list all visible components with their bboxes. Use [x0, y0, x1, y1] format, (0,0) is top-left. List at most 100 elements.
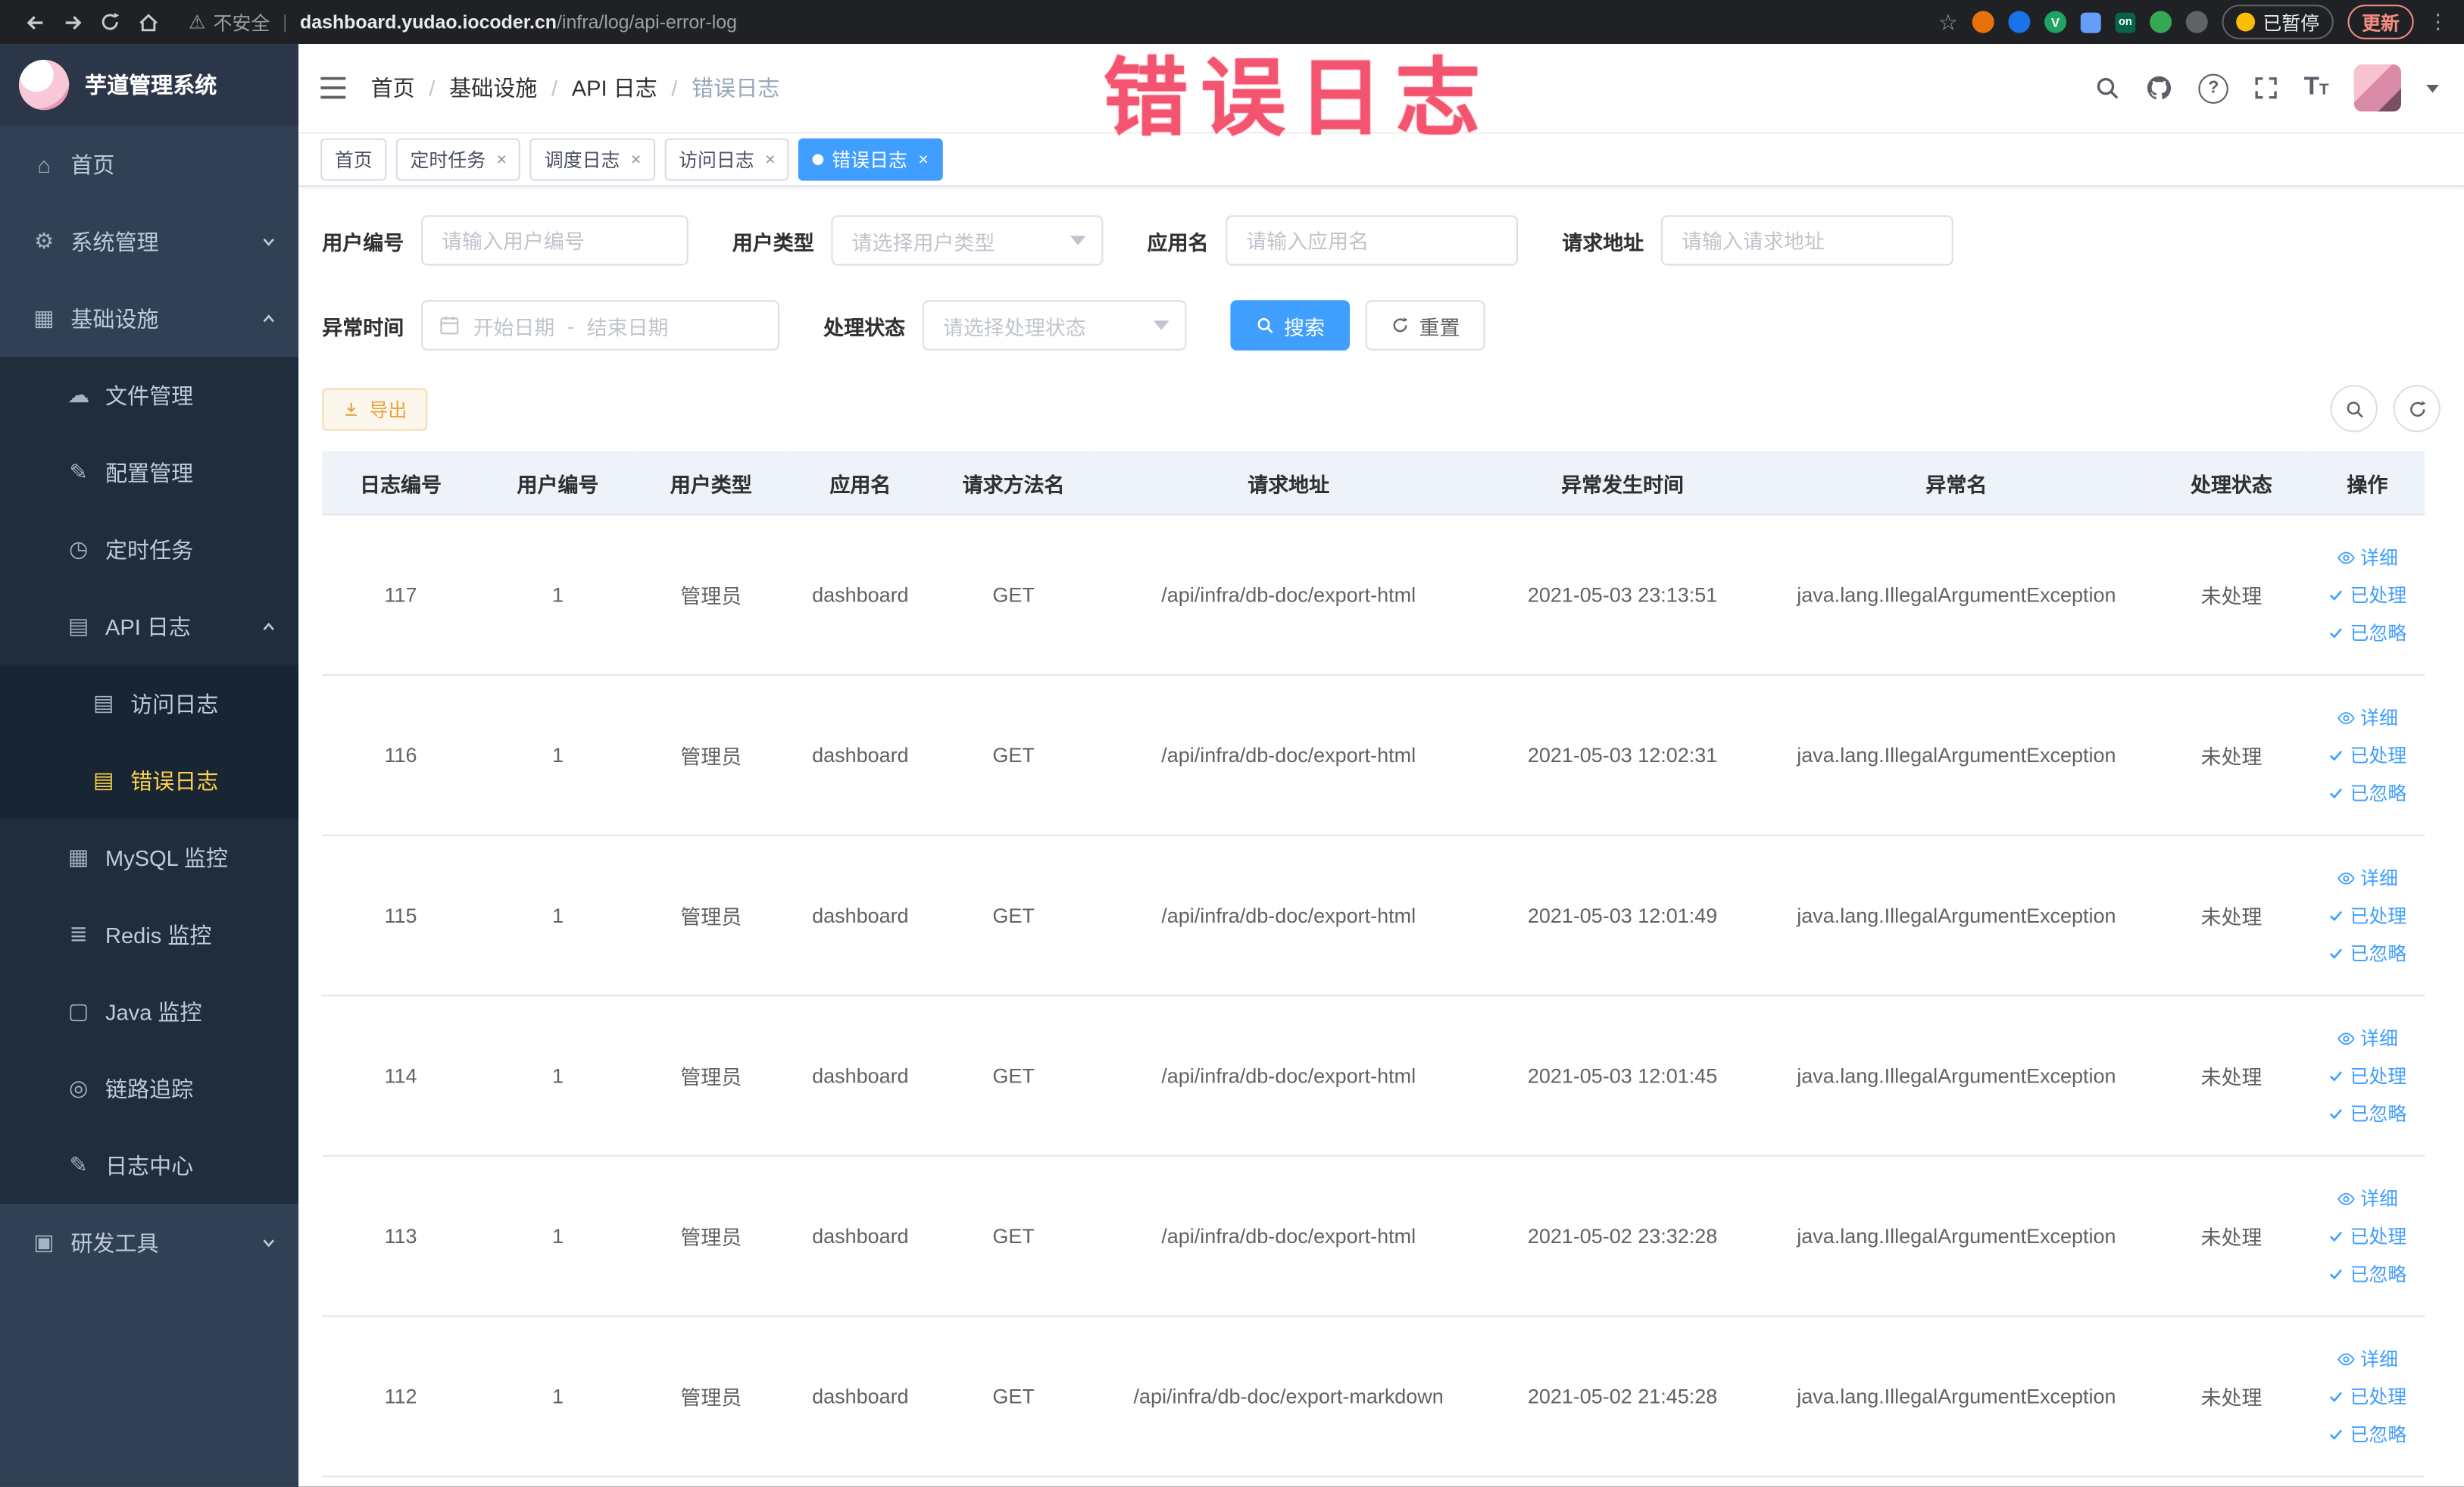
error-log-icon: ▤: [93, 767, 114, 792]
paused-chip[interactable]: 已暂停: [2222, 5, 2334, 39]
dev-tools-icon: ▣: [33, 1229, 55, 1254]
sidebar-item-redis-monitor[interactable]: ≣ Redis 监控: [0, 896, 298, 973]
sidebar-item-access-log[interactable]: ▤ 访问日志: [0, 665, 298, 742]
filter-row-1: 用户编号 用户类型 请选择用户类型 应用名: [322, 215, 2441, 266]
process-status-select[interactable]: 请选择处理状态: [922, 300, 1187, 351]
mark-ignored-link[interactable]: 已忽略: [2328, 619, 2406, 645]
close-icon[interactable]: ×: [765, 150, 775, 169]
mark-ignored-link[interactable]: 已忽略: [2328, 1261, 2406, 1287]
extension-icon[interactable]: [2150, 11, 2172, 33]
extension-icon[interactable]: [2185, 11, 2208, 33]
extension-icon[interactable]: [1972, 11, 1994, 33]
browser-back-icon[interactable]: [16, 3, 54, 41]
sidebar-item-file-management[interactable]: ☁ 文件管理: [0, 357, 298, 434]
browser-chrome: ⚠ 不安全 | dashboard.yudao.iocoder.cn/infra…: [0, 0, 2464, 45]
browser-menu-icon[interactable]: ⋮: [2428, 9, 2448, 34]
tab-schedule-log[interactable]: 调度日志 ×: [530, 138, 655, 181]
detail-link[interactable]: 详细: [2337, 1185, 2398, 1211]
table-row: 114 1 管理员 dashboard GET /api/infra/db-do…: [322, 995, 2425, 1157]
mark-ignored-link[interactable]: 已忽略: [2328, 779, 2406, 806]
font-size-icon[interactable]: TT: [2304, 74, 2329, 102]
avatar-caret-icon[interactable]: [2426, 83, 2439, 92]
refresh-button[interactable]: [2393, 385, 2441, 433]
address-bar[interactable]: dashboard.yudao.iocoder.cn/infra/log/api…: [300, 11, 737, 33]
app-logo[interactable]: 芋道管理系统: [0, 44, 299, 126]
sidebar-toggle-icon[interactable]: [320, 77, 346, 99]
sidebar-item-config-management[interactable]: ✎ 配置管理: [0, 434, 298, 511]
close-icon[interactable]: ×: [631, 150, 641, 169]
help-icon[interactable]: ?: [2198, 73, 2229, 103]
sidebar-item-scheduled-tasks[interactable]: ◷ 定时任务: [0, 511, 298, 588]
user-id-input[interactable]: [421, 215, 689, 266]
request-url-label: 请求地址: [1562, 230, 1644, 255]
tab-scheduled-tasks[interactable]: 定时任务 ×: [395, 138, 521, 181]
exception-time-label: 异常时间: [322, 314, 404, 339]
detail-link[interactable]: 详细: [2337, 864, 2398, 891]
github-icon[interactable]: [2145, 74, 2173, 102]
detail-link[interactable]: 详细: [2337, 1025, 2398, 1051]
browser-home-icon[interactable]: [129, 3, 167, 41]
browser-reload-icon[interactable]: [91, 3, 129, 41]
sidebar-item-error-log[interactable]: ▤ 错误日志: [0, 742, 298, 819]
sidebar-item-dev-tools[interactable]: ▣ 研发工具: [0, 1204, 298, 1281]
breadcrumb-item[interactable]: API 日志: [572, 72, 657, 103]
col-header: 请求地址: [1091, 451, 1485, 516]
mark-processed-link[interactable]: 已处理: [2328, 1062, 2406, 1089]
request-url-input[interactable]: [1661, 215, 1953, 266]
browser-forward-icon[interactable]: [54, 3, 92, 41]
sidebar-item-link-tracing[interactable]: ◎ 链路追踪: [0, 1050, 298, 1127]
user-avatar[interactable]: [2353, 64, 2402, 112]
extension-icon[interactable]: [2080, 11, 2101, 33]
not-secure-badge[interactable]: ⚠ 不安全: [189, 8, 270, 35]
breadcrumb-separator: /: [551, 75, 558, 101]
search-button[interactable]: 搜索: [1230, 300, 1351, 351]
mark-ignored-link[interactable]: 已忽略: [2328, 1420, 2406, 1447]
access-log-icon: ▤: [93, 689, 114, 715]
close-icon[interactable]: ×: [918, 150, 928, 169]
chevron-down-icon: [1070, 236, 1086, 245]
extension-icon[interactable]: [2008, 11, 2031, 33]
detail-link[interactable]: 详细: [2337, 704, 2398, 730]
sidebar-item-mysql-monitor[interactable]: ▦ MySQL 监控: [0, 819, 298, 896]
mark-ignored-link[interactable]: 已忽略: [2328, 1100, 2406, 1126]
tab-home[interactable]: 首页: [320, 138, 387, 181]
active-dot-icon: [813, 154, 824, 165]
search-toggle-button[interactable]: [2330, 385, 2378, 433]
detail-link[interactable]: 详细: [2337, 544, 2398, 570]
tab-access-log[interactable]: 访问日志 ×: [664, 138, 790, 181]
sidebar-item-home[interactable]: ⌂ 首页: [0, 126, 298, 203]
user-type-select[interactable]: 请选择用户类型: [831, 215, 1104, 266]
mark-processed-link[interactable]: 已处理: [2328, 1383, 2406, 1410]
close-icon[interactable]: ×: [497, 150, 507, 169]
mark-processed-link[interactable]: 已处理: [2328, 1223, 2406, 1249]
breadcrumb-item[interactable]: 基础设施: [449, 72, 537, 103]
extension-icon[interactable]: V: [2044, 11, 2067, 33]
sidebar-item-system-management[interactable]: ⚙ 系统管理: [0, 203, 298, 280]
breadcrumb: 首页 / 基础设施 / API 日志 / 错误日志: [371, 72, 780, 103]
infrastructure-submenu: ☁ 文件管理 ✎ 配置管理 ◷ 定时任务 ▤ API 日志 ▤ 访问日志 ▤ 错…: [0, 356, 299, 1204]
update-chip[interactable]: 更新: [2347, 5, 2414, 39]
app-name-input[interactable]: [1226, 215, 1519, 266]
export-button[interactable]: 导出: [322, 387, 428, 430]
breadcrumb-separator: /: [429, 75, 436, 101]
reset-button[interactable]: 重置: [1365, 300, 1485, 351]
sidebar-item-java-monitor[interactable]: ▢ Java 监控: [0, 973, 298, 1050]
table-row: 112 1 管理员 dashboard GET /api/infra/db-do…: [322, 1316, 2425, 1478]
sidebar-item-infrastructure[interactable]: ▦ 基础设施: [0, 280, 298, 357]
mark-processed-link[interactable]: 已处理: [2328, 902, 2406, 929]
date-range-picker[interactable]: 开始日期 - 结束日期: [421, 300, 780, 351]
breadcrumb-item[interactable]: 首页: [371, 72, 415, 103]
fullscreen-icon[interactable]: [2253, 76, 2278, 101]
sidebar-item-api-log[interactable]: ▤ API 日志: [0, 588, 298, 665]
mark-processed-link[interactable]: 已处理: [2328, 582, 2406, 608]
col-header: 请求方法名: [935, 451, 1092, 516]
extension-icon[interactable]: on: [2115, 11, 2136, 33]
bookmark-star-icon[interactable]: ☆: [1938, 8, 1958, 35]
detail-link[interactable]: 详细: [2337, 1345, 2398, 1372]
chevron-down-icon: [1153, 320, 1170, 330]
tab-error-log[interactable]: 错误日志 ×: [798, 138, 943, 181]
mark-processed-link[interactable]: 已处理: [2328, 742, 2406, 768]
search-icon[interactable]: [2095, 76, 2120, 101]
sidebar-item-log-center[interactable]: ✎ 日志中心: [0, 1127, 298, 1204]
mark-ignored-link[interactable]: 已忽略: [2328, 940, 2406, 967]
